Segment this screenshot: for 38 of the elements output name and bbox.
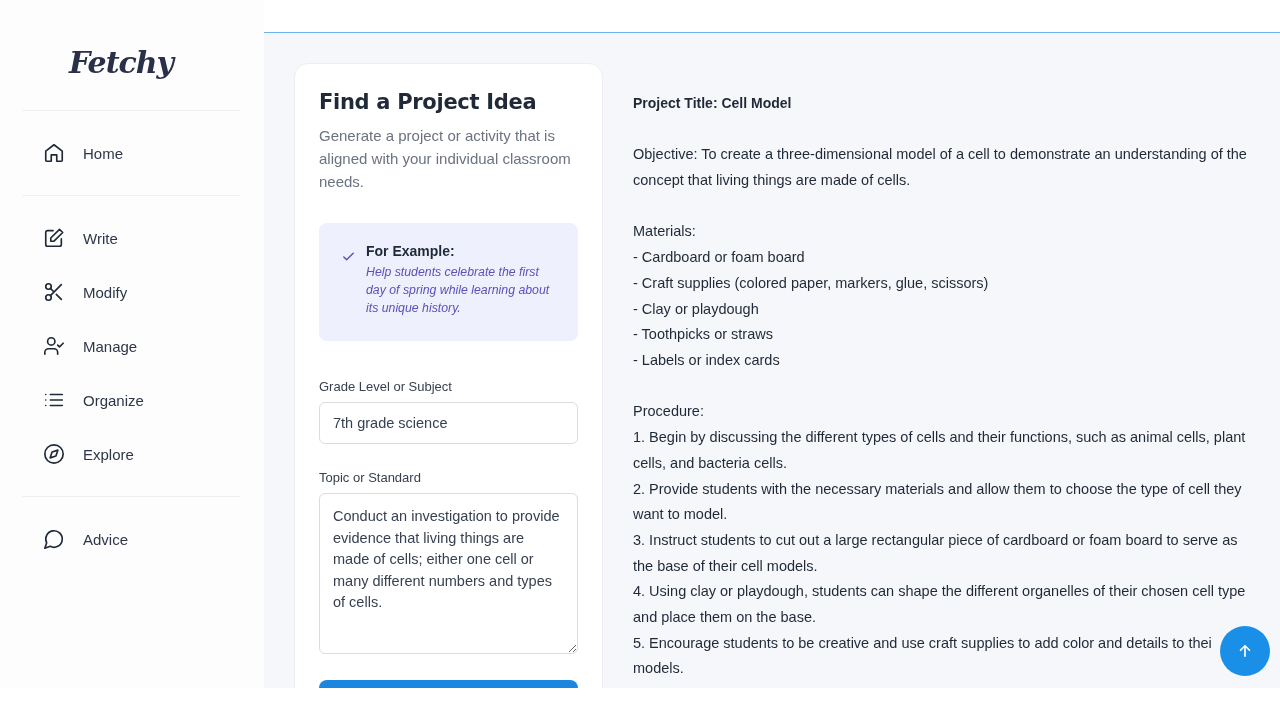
procedure-heading: Procedure: — [633, 402, 704, 422]
nav-item[interactable]: Manage — [22, 326, 240, 366]
material-item: - Labels or index cards — [633, 351, 780, 370]
materials-heading: Materials: — [633, 222, 696, 242]
example-text: Help students celebrate the first day of spring while learning about its unique history. — [366, 264, 551, 317]
material-item: - Clay or playdough — [633, 299, 759, 319]
procedure-step: models. — [633, 656, 684, 683]
field-label: Topic or Standard — [319, 470, 422, 485]
compass-icon — [43, 443, 65, 465]
input-field[interactable]: 7th grade science — [319, 402, 578, 444]
nav-item[interactable]: Write — [22, 218, 240, 258]
material-item: - Craft supplies (colored paper, markers, glue, scissors) — [633, 273, 989, 293]
form-title: Find a Project Idea — [319, 90, 538, 114]
nav-item[interactable]: Modify — [22, 272, 240, 312]
user-check-icon — [43, 335, 65, 357]
text-area[interactable]: Conduct an investigation to provide evidence that living things are made of cells; either one cell or many different numbers and types of cells. — [319, 493, 578, 654]
nav-item[interactable]: Organize — [22, 380, 240, 420]
nav-item[interactable]: Home — [22, 133, 240, 173]
logo: Fetchy — [68, 48, 174, 78]
procedure-step: 1. Begin by discussing the different types of cells and their functions, such as animal cells, plant cells, and bacteria cells. — [633, 425, 1260, 477]
procedure-step: 2. Provide students with the necessary materials and allow them to choose the type of cell they want to model. — [633, 476, 1260, 528]
material-item: - Cardboard or foam board — [633, 248, 805, 268]
pencil-square-icon — [43, 227, 65, 249]
procedure-step: 4. Using clay or playdough, students can shape the different organelles of their chosen cell type and place them on the base. — [633, 579, 1260, 631]
procedure-step: 3. Instruct students to cut out a large rectangular piece of cardboard or foam board to serve as the base of their cell models. — [633, 527, 1260, 580]
procedure-step: 5. Encourage students to be creative and use craft supplies to add color and details to thei — [633, 630, 1212, 657]
form-description: Generate a project or activity that is aligned with your individual classroom needs. — [319, 126, 572, 192]
material-item: - Toothpicks or straws — [633, 325, 773, 345]
field-label: Grade Level or Subject — [319, 379, 453, 394]
example-heading: For Example: — [366, 243, 456, 259]
nav-item[interactable]: Explore — [22, 434, 240, 474]
scroll-top-button[interactable] — [1220, 626, 1270, 676]
project-title: Project Title: Cell Model — [633, 94, 792, 113]
scissors-icon — [43, 281, 65, 303]
speech-bubble-icon — [43, 528, 65, 550]
nav-item[interactable]: Advice — [22, 519, 240, 559]
objective-text: Objective: To create a three-dimensional model of a cell to demonstrate an understanding of the concept that living things are made of cells. — [633, 145, 1248, 191]
home-icon — [43, 142, 65, 164]
